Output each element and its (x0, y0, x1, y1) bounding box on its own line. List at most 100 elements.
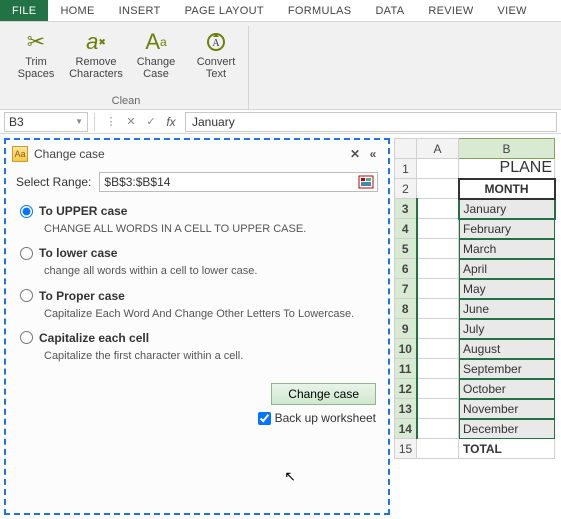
row-header[interactable]: 9 (395, 319, 417, 339)
opt-lower-title: To lower case (39, 246, 117, 260)
row-header[interactable]: 11 (395, 359, 417, 379)
opt-capitalize-radio[interactable] (20, 331, 33, 344)
cell-a15[interactable] (417, 439, 459, 459)
backup-checkbox-label[interactable]: Back up worksheet (258, 411, 376, 425)
cell-a6[interactable] (417, 259, 459, 279)
range-input[interactable]: $B$3:$B$14 (99, 172, 378, 192)
chevron-down-icon: ▼ (75, 117, 83, 126)
cell-b3[interactable]: January (459, 199, 555, 219)
cell-b12[interactable]: October (459, 379, 555, 399)
formula-dropdown-icon[interactable]: ⋮ (101, 115, 121, 128)
row-header[interactable]: 8 (395, 299, 417, 319)
close-icon[interactable]: ✕ (346, 147, 364, 161)
row-header[interactable]: 5 (395, 239, 417, 259)
cell-b5[interactable]: March (459, 239, 555, 259)
remove-characters-button[interactable]: a✖ Remove Characters (70, 28, 122, 80)
range-picker-icon[interactable] (357, 174, 375, 190)
cell-a11[interactable] (417, 359, 459, 379)
row-header[interactable]: 4 (395, 219, 417, 239)
cell-a13[interactable] (417, 399, 459, 419)
opt-upper-desc: CHANGE ALL WORDS IN A CELL TO UPPER CASE… (44, 222, 378, 236)
cell-b1[interactable]: PLANE (459, 159, 555, 179)
cell-a1[interactable] (417, 159, 459, 179)
change-case-apply-button[interactable]: Change case (271, 383, 376, 405)
backup-checkbox[interactable] (258, 412, 271, 425)
cell-b7[interactable]: May (459, 279, 555, 299)
col-header-b[interactable]: B (459, 139, 555, 159)
accept-formula-icon[interactable]: ✓ (141, 115, 161, 128)
row-header[interactable]: 12 (395, 379, 417, 399)
formula-bar: B3 ▼ ⋮ ✕ ✓ fx January (0, 110, 561, 134)
svg-text:A: A (212, 38, 220, 49)
cell-a7[interactable] (417, 279, 459, 299)
opt-proper[interactable]: To Proper case (20, 289, 378, 303)
row-header[interactable]: 10 (395, 339, 417, 359)
tab-review[interactable]: REVIEW (416, 0, 485, 21)
select-all-corner[interactable] (395, 139, 417, 159)
opt-capitalize[interactable]: Capitalize each cell (20, 331, 378, 345)
cell-a12[interactable] (417, 379, 459, 399)
cell-b13[interactable]: November (459, 399, 555, 419)
name-box[interactable]: B3 ▼ (4, 112, 88, 132)
row-header[interactable]: 7 (395, 279, 417, 299)
cell-a5[interactable] (417, 239, 459, 259)
row-header[interactable]: 6 (395, 259, 417, 279)
ribbon-group-clean: ✂ Trim Spaces a✖ Remove Characters Aa Ch… (4, 26, 249, 109)
pane-header: Aa Change case ✕ « (6, 140, 388, 168)
convert-text-button[interactable]: A Convert Text (190, 28, 242, 80)
range-value: $B$3:$B$14 (104, 175, 170, 189)
cell-b14[interactable]: December (459, 419, 555, 439)
fx-icon[interactable]: fx (161, 115, 181, 129)
tab-data[interactable]: DATA (363, 0, 416, 21)
cancel-formula-icon[interactable]: ✕ (121, 115, 141, 128)
collapse-icon[interactable]: « (364, 147, 382, 161)
cell-b10[interactable]: August (459, 339, 555, 359)
change-case-button[interactable]: Aa Change Case (130, 28, 182, 80)
row-header[interactable]: 15 (395, 439, 417, 459)
opt-proper-radio[interactable] (20, 289, 33, 302)
cell-b6[interactable]: April (459, 259, 555, 279)
tab-view[interactable]: VIEW (486, 0, 539, 21)
cell-b11[interactable]: September (459, 359, 555, 379)
backup-label-text: Back up worksheet (275, 411, 376, 425)
cell-a10[interactable] (417, 339, 459, 359)
trim-spaces-button[interactable]: ✂ Trim Spaces (10, 28, 62, 80)
spreadsheet-grid: A B 1 PLANE 2 MONTH 3 January 4 February 5… (394, 138, 561, 519)
scissors-icon: ✂ (27, 28, 45, 56)
row-header[interactable]: 2 (395, 179, 417, 199)
tab-page-layout[interactable]: PAGE LAYOUT (173, 0, 276, 21)
formula-input[interactable]: January (185, 112, 557, 132)
cell-a4[interactable] (417, 219, 459, 239)
cell-a9[interactable] (417, 319, 459, 339)
cell-b15[interactable]: TOTAL (459, 439, 555, 459)
opt-lower-radio[interactable] (20, 247, 33, 260)
row-header[interactable]: 14 (395, 419, 417, 439)
pane-title: Change case (34, 147, 105, 161)
col-header-a[interactable]: A (417, 139, 459, 159)
cell-a3[interactable] (417, 199, 459, 219)
tab-home[interactable]: HOME (48, 0, 106, 21)
tab-insert[interactable]: INSERT (107, 0, 173, 21)
cell-b4[interactable]: February (459, 219, 555, 239)
tab-formulas[interactable]: FORMULAS (276, 0, 364, 21)
opt-proper-desc: Capitalize Each Word And Change Other Le… (44, 307, 378, 321)
opt-upper[interactable]: To UPPER case (20, 204, 378, 218)
cell-b8[interactable]: June (459, 299, 555, 319)
opt-proper-title: To Proper case (39, 289, 125, 303)
cell-a2[interactable] (417, 179, 459, 199)
cell-a14[interactable] (417, 419, 459, 439)
cell-b9[interactable]: July (459, 319, 555, 339)
opt-upper-title: To UPPER case (39, 204, 127, 218)
cursor-icon: ↖ (284, 468, 296, 485)
opt-lower-desc: change all words within a cell to lower … (44, 264, 378, 278)
opt-lower[interactable]: To lower case (20, 246, 378, 260)
ribbon-tabs: FILE HOME INSERT PAGE LAYOUT FORMULAS DA… (0, 0, 561, 22)
row-header[interactable]: 3 (395, 199, 417, 219)
opt-capitalize-title: Capitalize each cell (39, 331, 149, 345)
cell-b2[interactable]: MONTH (459, 179, 555, 199)
row-header[interactable]: 13 (395, 399, 417, 419)
row-header[interactable]: 1 (395, 159, 417, 179)
cell-a8[interactable] (417, 299, 459, 319)
opt-upper-radio[interactable] (20, 205, 33, 218)
tab-file[interactable]: FILE (0, 0, 48, 21)
